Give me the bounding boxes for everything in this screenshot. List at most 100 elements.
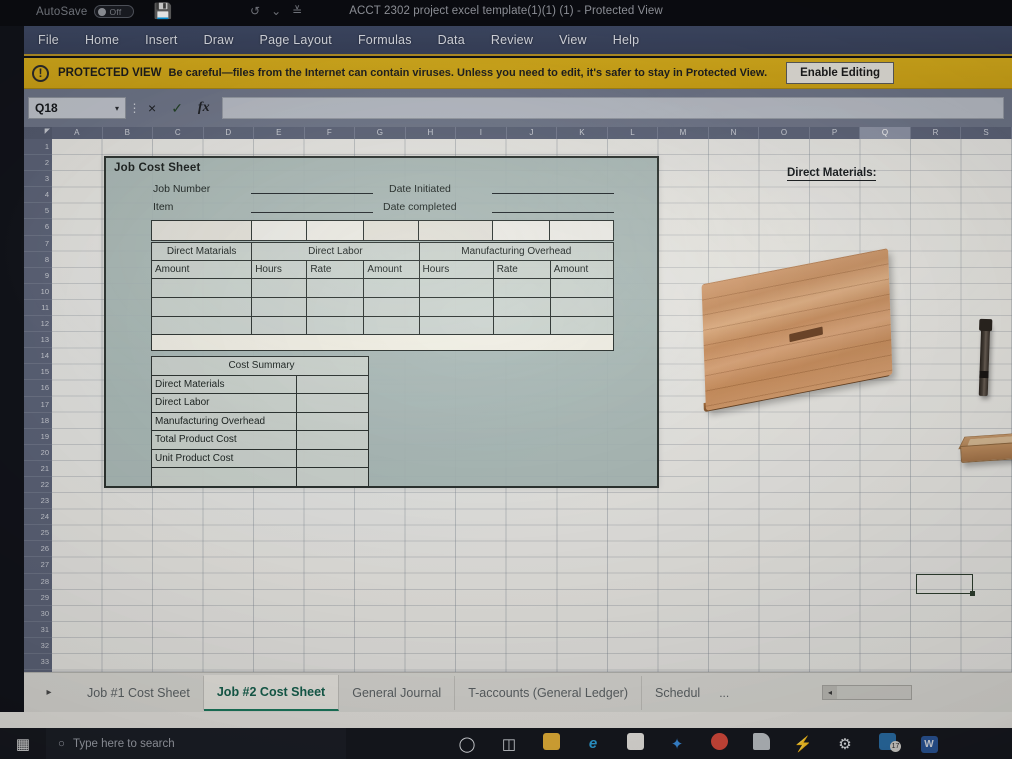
microsoft-word-icon[interactable]: W [908,734,950,753]
cell[interactable] [363,278,420,298]
value-direct-labor[interactable] [296,393,369,413]
table-row[interactable]: Unit Product Cost [151,448,369,468]
sheet-tab-overflow-icon[interactable]: ... [713,686,735,700]
fill-handle[interactable] [970,591,975,596]
selected-cell-q18[interactable] [916,574,975,596]
row-header-11[interactable]: 11 [24,300,52,317]
row-header-13[interactable]: 13 [24,332,52,349]
chevron-down-icon[interactable]: ▾ [115,104,119,113]
cell[interactable] [549,316,615,336]
cancel-icon[interactable]: × [148,100,156,116]
column-header-g[interactable]: G [355,127,406,139]
column-header-b[interactable]: B [103,127,154,139]
row-header-28[interactable]: 28 [24,574,52,590]
column-header-h[interactable]: H [406,127,457,139]
row-header-4[interactable]: 4 [24,187,52,204]
row-header-21[interactable]: 21 [24,461,52,477]
column-header-l[interactable]: L [608,127,659,139]
formula-bar-grip[interactable]: ⋮ [126,102,144,114]
column-header-c[interactable]: C [153,127,204,139]
table-row[interactable]: Total Product Cost [151,430,369,450]
cell[interactable] [418,316,494,336]
row-header-26[interactable]: 26 [24,541,52,558]
name-box[interactable]: Q18 ▾ [28,97,126,119]
cell[interactable] [492,297,551,317]
sheet-tab-job-2-cost-sheet[interactable]: Job #2 Cost Sheet [203,674,340,711]
row-header-23[interactable]: 23 [24,493,52,510]
row-header-7[interactable]: 7 [24,236,52,252]
row-header-8[interactable]: 8 [24,252,52,268]
row-header-22[interactable]: 22 [24,477,52,494]
ribbon-tab-data[interactable]: Data [438,33,465,47]
value-blank[interactable] [296,467,369,487]
horizontal-scrollbar[interactable]: ◂ [822,685,912,700]
row-header-19[interactable]: 19 [24,429,52,445]
row-header-14[interactable]: 14 [24,348,52,365]
column-header-p[interactable]: P [810,127,861,139]
book-app-icon[interactable] [740,733,782,754]
wooden-cutting-board-image[interactable] [701,248,893,411]
sheet-tab-schedule[interactable]: Schedul [642,676,713,710]
column-header-s[interactable]: S [961,127,1012,139]
ribbon-tab-home[interactable]: Home [85,33,119,47]
column-header-a[interactable]: A [52,127,103,139]
row-header-15[interactable]: 15 [24,364,52,381]
sheet-canvas[interactable]: Job Cost Sheet Job Number Date Initiated… [52,139,1012,672]
input-cell[interactable] [364,221,419,240]
row-header-3[interactable]: 3 [24,171,52,188]
file-explorer-icon[interactable] [530,733,572,754]
task-view-icon[interactable]: ◫ [488,735,530,753]
input-cell[interactable] [493,221,550,240]
row-header-24[interactable]: 24 [24,509,52,526]
row-header-6[interactable]: 6 [24,219,52,236]
sheet-tab-job-1-cost-sheet[interactable]: Job #1 Cost Sheet [74,675,204,710]
cell[interactable] [150,278,253,298]
row-header-16[interactable]: 16 [24,380,52,397]
cell[interactable] [549,297,615,317]
cell[interactable] [306,297,365,317]
row-header-31[interactable]: 31 [24,622,52,638]
cell[interactable] [418,297,494,317]
cell[interactable] [251,278,308,298]
column-header-d[interactable]: D [204,127,255,139]
column-header-j[interactable]: J [507,127,558,139]
column-header-i[interactable]: I [456,127,507,139]
lightning-app-icon[interactable]: ⚡ [782,735,824,753]
sheet-tab-general-journal[interactable]: General Journal [339,675,456,710]
cell[interactable] [150,316,253,336]
row-header-2[interactable]: 2 [24,155,52,172]
formula-input[interactable] [221,97,1004,119]
enable-editing-button[interactable]: Enable Editing [786,62,894,84]
column-header-e[interactable]: E [254,127,305,139]
cell[interactable] [492,278,551,298]
table-row[interactable] [151,467,369,487]
row-header-27[interactable]: 27 [24,557,52,574]
ribbon-tab-insert[interactable]: Insert [145,33,177,47]
column-header-q[interactable]: Q [860,127,911,139]
table-row[interactable] [150,316,615,336]
search-input[interactable]: ○ Type here to search [46,728,346,759]
cell[interactable] [306,278,365,298]
mail-icon[interactable]: 17 [866,733,908,754]
value-unit-product-cost[interactable] [296,448,369,468]
row-header-10[interactable]: 10 [24,284,52,300]
cell[interactable] [150,297,253,317]
table-row[interactable] [150,278,615,298]
windows-start-icon[interactable]: ▦ [0,735,46,753]
column-header-f[interactable]: F [305,127,356,139]
row-header-18[interactable]: 18 [24,413,52,429]
row-header-12[interactable]: 12 [24,316,52,333]
settings-gear-icon[interactable]: ⚙ [824,735,866,753]
column-header-n[interactable]: N [709,127,760,139]
sheet-tab-t-accounts[interactable]: T-accounts (General Ledger) [455,675,642,710]
table-row[interactable]: Direct Materials [151,374,369,394]
column-header-r[interactable]: R [911,127,962,139]
input-cell[interactable] [152,221,252,240]
microsoft-edge-icon[interactable]: e [572,735,614,752]
cell[interactable] [363,316,420,336]
dark-tool-handle-image[interactable] [978,322,991,397]
input-cell[interactable] [252,221,307,240]
cell[interactable] [363,297,420,317]
enter-icon[interactable]: ✓ [171,100,183,117]
input-cell[interactable] [307,221,364,240]
